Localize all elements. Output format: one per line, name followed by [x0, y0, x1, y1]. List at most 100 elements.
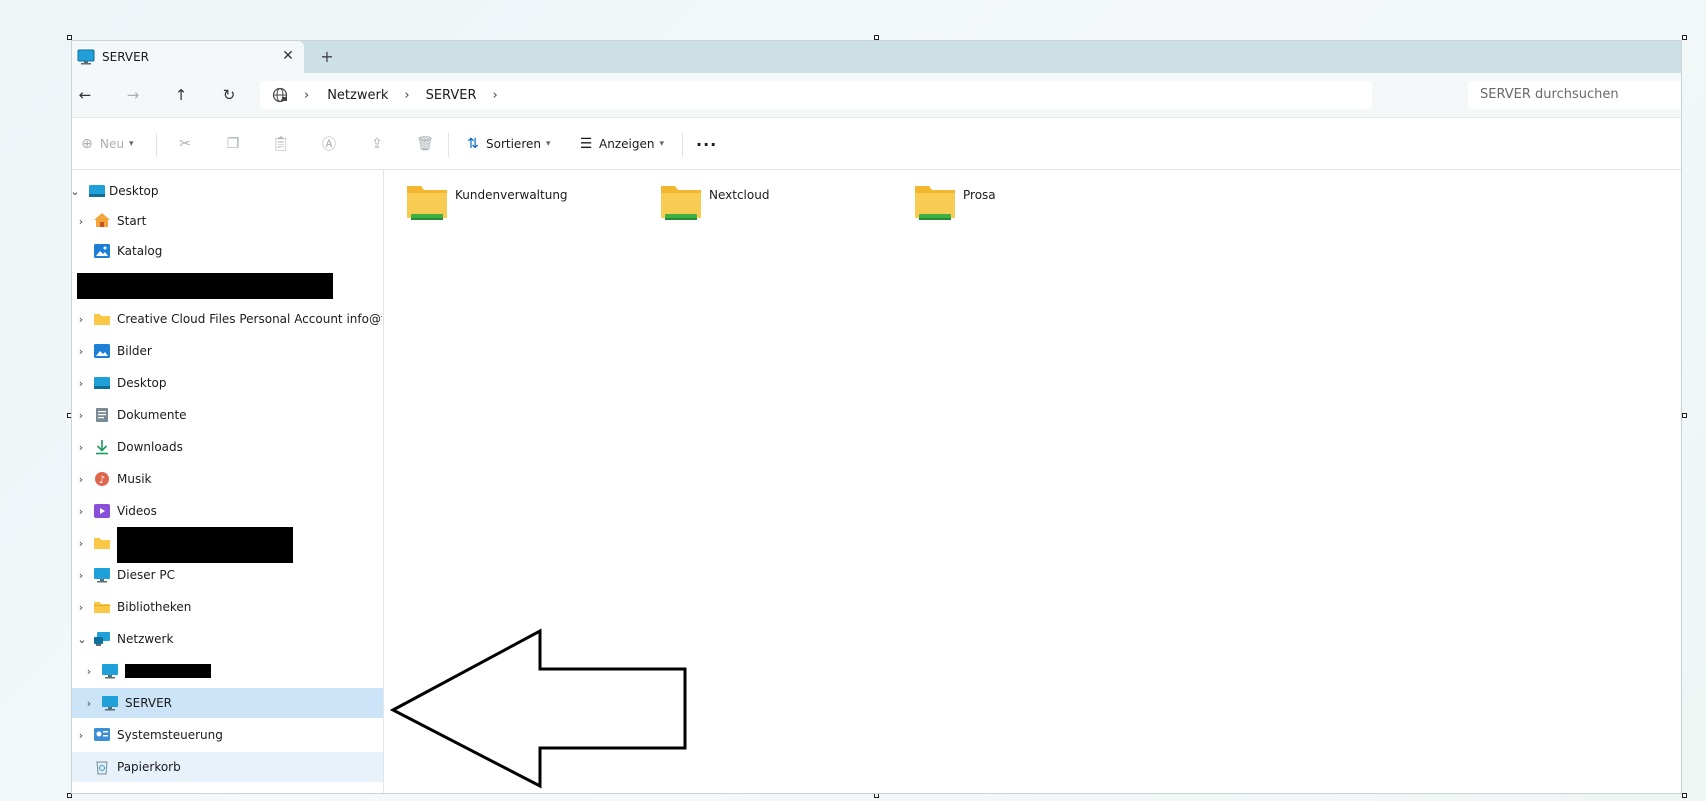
sidebar-item-label: Desktop: [109, 184, 159, 198]
sidebar-item-server[interactable]: › SERVER: [72, 688, 383, 718]
resize-handle-mr[interactable]: [1682, 413, 1687, 418]
sidebar-item-musik[interactable]: › ♪ Musik: [72, 464, 383, 494]
pictures-icon: [93, 343, 111, 359]
resize-handle-tr[interactable]: [1682, 35, 1687, 40]
chevron-right-icon[interactable]: ›: [75, 345, 87, 358]
sort-button[interactable]: ⇅ Sortieren ▾: [464, 132, 550, 156]
network-globe-icon: [272, 87, 288, 103]
forward-button[interactable]: →: [121, 84, 145, 106]
sidebar-item-desktop[interactable]: › Desktop: [72, 368, 383, 398]
document-icon: [93, 407, 111, 423]
more-options-button[interactable]: ···: [696, 132, 717, 156]
new-tab-button[interactable]: +: [316, 46, 338, 68]
chevron-right-icon[interactable]: ›: [75, 473, 87, 486]
chevron-right-icon[interactable]: ›: [75, 377, 87, 390]
computer-icon: [101, 663, 119, 679]
folder-item[interactable]: Prosa: [913, 180, 996, 225]
chevron-right-icon[interactable]: ›: [75, 729, 87, 742]
redacted-label: [117, 527, 293, 563]
breadcrumb-chevron-icon[interactable]: ›: [304, 88, 309, 103]
more-icon: ···: [696, 134, 718, 154]
sidebar-item-videos[interactable]: › Videos: [72, 496, 383, 526]
sidebar-item-systemsteuerung[interactable]: › Systemsteuerung: [72, 720, 383, 750]
sidebar-item-netzwerk[interactable]: ⌄ Netzwerk: [72, 624, 383, 654]
chevron-right-icon[interactable]: ›: [83, 697, 95, 710]
sidebar-item-start[interactable]: › Start: [72, 206, 383, 236]
sidebar-item-label: Videos: [117, 504, 157, 518]
share-icon: ⇪: [371, 136, 383, 152]
home-icon: [93, 212, 111, 228]
toolbar-divider: [156, 133, 157, 157]
back-button[interactable]: ←: [73, 84, 97, 106]
new-button-label: Neu: [100, 137, 124, 151]
sort-button-label: Sortieren: [486, 137, 541, 151]
sidebar-item-creative-cloud[interactable]: › Creative Cloud Files Personal Account …: [72, 304, 383, 334]
sidebar-item-desktop-root[interactable]: ⌄ Desktop: [72, 176, 383, 206]
recycle-bin-icon: [93, 759, 111, 775]
breadcrumb[interactable]: › Netzwerk › SERVER ›: [260, 81, 1372, 109]
close-icon[interactable]: ✕: [278, 46, 298, 66]
tab-server[interactable]: SERVER ✕: [72, 41, 304, 73]
sidebar-item-label: Creative Cloud Files Personal Account in…: [117, 312, 382, 326]
sidebar-item-label: Bilder: [117, 344, 152, 358]
refresh-button[interactable]: ↻: [217, 84, 241, 106]
breadcrumb-netzwerk[interactable]: Netzwerk: [327, 88, 388, 103]
chevron-down-icon[interactable]: ⌄: [76, 633, 88, 646]
network-folder-icon: [913, 180, 957, 225]
address-row: ← → ↑ ↻ › Netzwerk › SERVER › SERVER dur…: [72, 73, 1681, 118]
gallery-icon: [93, 243, 111, 259]
breadcrumb-chevron-icon[interactable]: ›: [404, 88, 409, 103]
cut-button[interactable]: ✂: [176, 132, 194, 156]
breadcrumb-server[interactable]: SERVER: [426, 88, 477, 103]
rename-button[interactable]: Ⓐ: [320, 132, 338, 156]
new-button[interactable]: ⊕ Neu ▾: [78, 132, 133, 156]
view-button[interactable]: ☰ Anzeigen ▾: [577, 132, 664, 156]
folder-icon: [93, 535, 111, 551]
chevron-right-icon[interactable]: ›: [75, 569, 87, 582]
up-button[interactable]: ↑: [169, 84, 193, 106]
file-list: Kundenverwaltung Nextcloud Prosa: [384, 170, 1681, 793]
sidebar-item-papierkorb[interactable]: Papierkorb: [72, 752, 383, 782]
chevron-right-icon[interactable]: ›: [75, 313, 87, 326]
explorer-window: SERVER ✕ + ← → ↑ ↻ › Netzwerk › SERVER ›…: [71, 40, 1682, 794]
folder-icon: [93, 311, 111, 327]
copy-button[interactable]: ❐: [224, 132, 242, 156]
sidebar-item-dieser-pc[interactable]: › Dieser PC: [72, 560, 383, 590]
network-icon: [93, 631, 111, 647]
toolbar-divider: [682, 133, 683, 157]
sidebar-item-bibliotheken[interactable]: › Bibliotheken: [72, 592, 383, 622]
paste-button[interactable]: 📋︎: [272, 132, 290, 156]
music-icon: ♪: [93, 471, 111, 487]
search-input[interactable]: SERVER durchsuchen: [1468, 81, 1681, 109]
share-button[interactable]: ⇪: [368, 132, 386, 156]
sidebar-item-redacted-folder[interactable]: ›: [72, 527, 383, 563]
sidebar-item-katalog[interactable]: Katalog: [72, 236, 383, 266]
desktop-icon: [93, 375, 111, 391]
sidebar-item-redacted-computer[interactable]: ›: [72, 656, 383, 686]
chevron-right-icon[interactable]: ›: [75, 441, 87, 454]
chevron-right-icon[interactable]: ›: [75, 537, 87, 550]
sidebar-item-downloads[interactable]: › Downloads: [72, 432, 383, 462]
chevron-right-icon[interactable]: ›: [75, 409, 87, 422]
chevron-right-icon[interactable]: ›: [83, 665, 95, 678]
sidebar-item-label: Dieser PC: [117, 568, 175, 582]
breadcrumb-chevron-icon[interactable]: ›: [493, 88, 498, 103]
chevron-right-icon[interactable]: ›: [75, 505, 87, 518]
clipboard-icon: 📋︎: [272, 136, 290, 152]
chevron-down-icon[interactable]: ⌄: [72, 185, 81, 198]
sidebar-item-bilder[interactable]: › Bilder: [72, 336, 383, 366]
command-bar: ⊕ Neu ▾ ✂ ❐ 📋︎ Ⓐ ⇪ 🗑︎ ⇅ Sortieren ▾ ☰ An…: [72, 119, 1681, 170]
chevron-right-icon[interactable]: ›: [75, 601, 87, 614]
resize-handle-br[interactable]: [1682, 793, 1687, 798]
annotation-arrow-icon: [384, 170, 804, 794]
sidebar-item-label: Netzwerk: [117, 632, 174, 646]
navigation-pane: ⌄ Desktop › Start Katalog › Creative Clo…: [72, 170, 384, 793]
sidebar-item-label: Start: [117, 214, 147, 228]
tab-title: SERVER: [102, 50, 150, 64]
chevron-right-icon[interactable]: ›: [75, 215, 87, 228]
computer-icon: [101, 695, 119, 711]
plus-circle-icon: ⊕: [81, 136, 93, 152]
sidebar-item-label: Katalog: [117, 244, 163, 258]
delete-button[interactable]: 🗑︎: [416, 132, 434, 156]
sidebar-item-dokumente[interactable]: › Dokumente: [72, 400, 383, 430]
